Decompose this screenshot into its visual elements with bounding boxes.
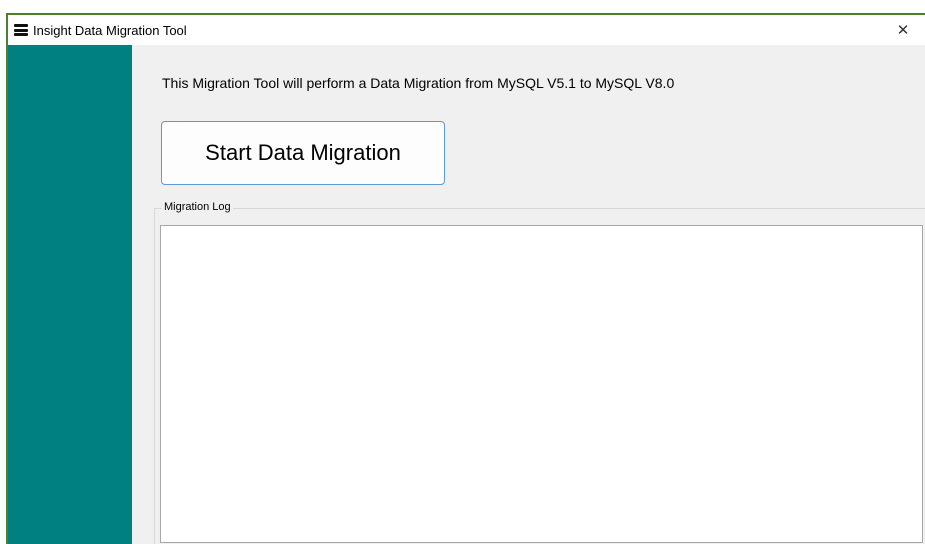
app-menu-icon[interactable] <box>14 24 28 36</box>
window-title: Insight Data Migration Tool <box>33 22 187 38</box>
close-button[interactable]: ✕ <box>890 18 916 42</box>
screenshot-page: Insight Data Migration Tool ✕ This Migra… <box>0 0 925 544</box>
app-window: Insight Data Migration Tool ✕ This Migra… <box>6 13 925 544</box>
group-border-left <box>154 208 155 544</box>
migration-log-textbox[interactable] <box>160 225 923 543</box>
start-data-migration-button[interactable]: Start Data Migration <box>161 121 445 185</box>
sidebar-panel <box>8 45 132 544</box>
migration-log-group: Migration Log <box>154 201 925 544</box>
close-icon: ✕ <box>896 21 910 39</box>
main-content: This Migration Tool will perform a Data … <box>132 45 925 544</box>
migration-log-label: Migration Log <box>162 201 233 213</box>
group-border-top <box>154 208 925 209</box>
description-label: This Migration Tool will perform a Data … <box>162 75 675 91</box>
title-bar[interactable]: Insight Data Migration Tool ✕ <box>8 15 925 45</box>
